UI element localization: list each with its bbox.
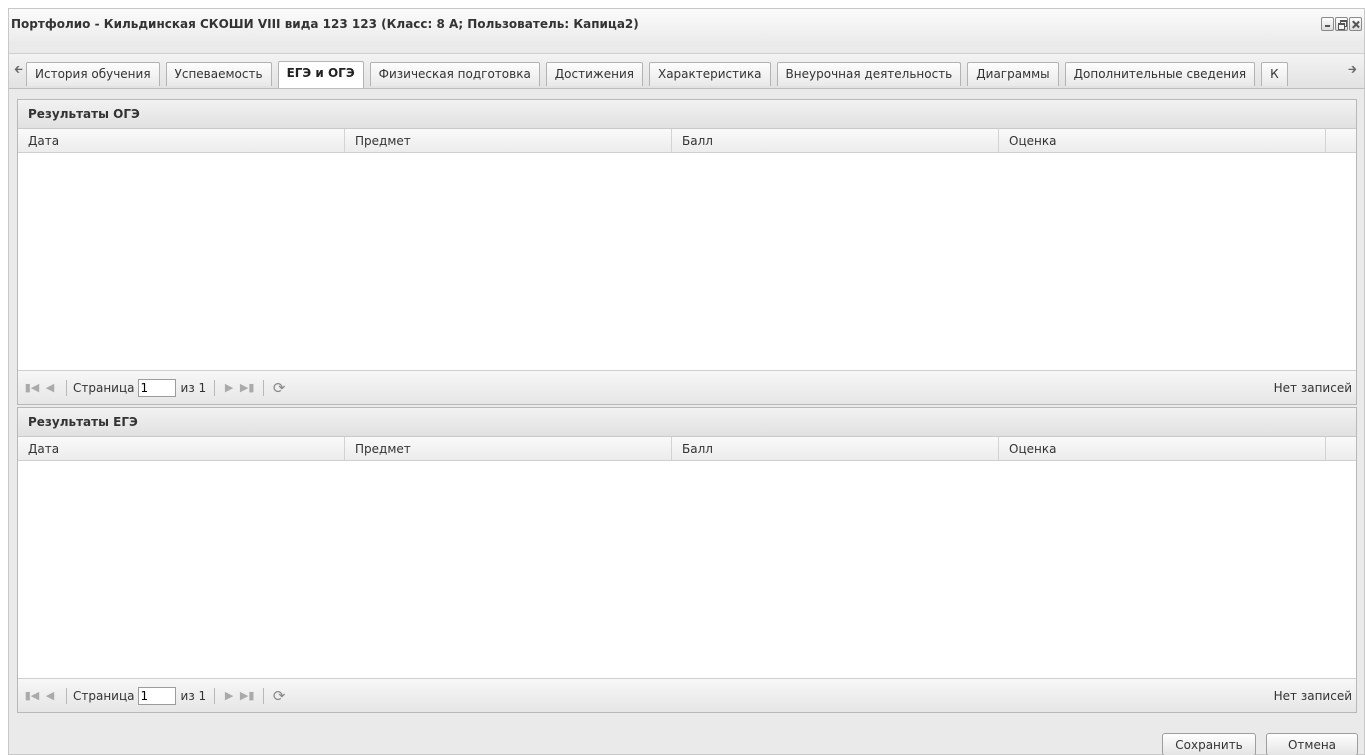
empty-records-text: Нет записей xyxy=(1273,381,1352,395)
save-button[interactable]: Сохранить xyxy=(1162,733,1256,755)
ege-column-filler xyxy=(1326,437,1356,460)
page-label: Страница xyxy=(73,688,135,703)
oge-panel-title: Результаты ОГЭ xyxy=(18,100,1356,129)
tab-3[interactable]: Физическая подготовка xyxy=(369,62,540,86)
ege-column-date[interactable]: Дата xyxy=(18,437,345,460)
tab-scroll-left-icon[interactable]: 🡰 xyxy=(12,63,25,77)
window-title: Портфолио - Кильдинская СКОШИ VIII вида … xyxy=(11,17,639,31)
ege-pager: ▮◀ ◀ Страница из 1 ▶ ▶▮ ⟳ Нет записей xyxy=(18,678,1356,712)
first-page-icon[interactable]: ▮◀ xyxy=(24,380,40,396)
tab-6[interactable]: Внеурочная деятельность xyxy=(776,62,962,86)
tab-7[interactable]: Диаграммы xyxy=(967,62,1059,86)
page-count-label: из 1 xyxy=(180,688,207,703)
restore-icon[interactable] xyxy=(1335,17,1348,31)
close-icon[interactable] xyxy=(1349,17,1362,31)
first-page-icon[interactable]: ▮◀ xyxy=(24,688,40,704)
pager-separator xyxy=(66,687,67,704)
tab-scroll-right-icon[interactable]: 🡲 xyxy=(1346,63,1359,77)
window-tools xyxy=(1321,17,1362,31)
ege-column-grade[interactable]: Оценка xyxy=(999,437,1326,460)
ege-grid-header: Дата Предмет Балл Оценка xyxy=(18,437,1356,461)
refresh-icon[interactable]: ⟳ xyxy=(270,379,288,397)
ege-grid-body[interactable] xyxy=(18,461,1356,678)
tab-8[interactable]: Дополнительные сведения xyxy=(1064,62,1256,86)
tab-4[interactable]: Достижения xyxy=(545,62,643,86)
oge-pager: ▮◀ ◀ Страница из 1 ▶ ▶▮ ⟳ Нет записей xyxy=(18,370,1356,404)
ege-column-subject[interactable]: Предмет xyxy=(345,437,672,460)
tab-strip: 🡰 История обучения Успеваемость ЕГЭ и ОГЭ Ф… xyxy=(9,53,1364,89)
prev-page-icon[interactable]: ◀ xyxy=(42,688,58,704)
oge-column-grade[interactable]: Оценка xyxy=(999,129,1326,152)
minimize-icon[interactable] xyxy=(1321,17,1334,31)
tab-2[interactable]: ЕГЭ и ОГЭ xyxy=(277,61,364,88)
pager-separator xyxy=(214,379,216,396)
refresh-icon[interactable]: ⟳ xyxy=(270,687,288,705)
oge-grid-header: Дата Предмет Балл Оценка xyxy=(18,129,1356,153)
empty-records-text: Нет записей xyxy=(1273,689,1352,703)
ege-panel-title: Результаты ЕГЭ xyxy=(18,408,1356,437)
tab-1[interactable]: Успеваемость xyxy=(165,62,272,86)
tab-content: Результаты ОГЭ Дата Предмет Балл Оценка … xyxy=(17,89,1357,715)
tab-5[interactable]: Характеристика xyxy=(648,62,771,86)
last-page-icon[interactable]: ▶▮ xyxy=(239,380,255,396)
last-page-icon[interactable]: ▶▮ xyxy=(239,688,255,704)
page-label: Страница xyxy=(73,380,135,395)
page-count-label: из 1 xyxy=(180,380,207,395)
tabs-viewport: История обучения Успеваемость ЕГЭ и ОГЭ Физ… xyxy=(26,60,1338,90)
pager-separator xyxy=(263,687,265,704)
page-number-input[interactable] xyxy=(137,378,176,397)
window-titlebar[interactable]: Портфолио - Кильдинская СКОШИ VIII вида … xyxy=(9,9,1364,41)
prev-page-icon[interactable]: ◀ xyxy=(42,380,58,396)
pager-separator xyxy=(263,379,265,396)
ege-results-panel: Результаты ЕГЭ Дата Предмет Балл Оценка … xyxy=(17,407,1357,713)
ege-column-score[interactable]: Балл xyxy=(672,437,999,460)
oge-column-date[interactable]: Дата xyxy=(18,129,345,152)
oge-column-subject[interactable]: Предмет xyxy=(345,129,672,152)
portfolio-window: Портфолио - Кильдинская СКОШИ VIII вида … xyxy=(8,8,1365,755)
tab-0[interactable]: История обучения xyxy=(26,62,160,86)
oge-column-score[interactable]: Балл xyxy=(672,129,999,152)
tab-9[interactable]: К xyxy=(1261,62,1288,86)
oge-column-filler xyxy=(1326,129,1356,152)
next-page-icon[interactable]: ▶ xyxy=(221,688,237,704)
window-footer: Сохранить Отмена xyxy=(9,721,1364,755)
cancel-button[interactable]: Отмена xyxy=(1266,733,1358,755)
page-number-input[interactable] xyxy=(137,686,176,705)
next-page-icon[interactable]: ▶ xyxy=(221,380,237,396)
pager-separator xyxy=(214,687,216,704)
oge-results-panel: Результаты ОГЭ Дата Предмет Балл Оценка … xyxy=(17,99,1357,405)
pager-separator xyxy=(66,379,67,396)
oge-grid-body[interactable] xyxy=(18,153,1356,370)
tab-list: История обучения Успеваемость ЕГЭ и ОГЭ Физ… xyxy=(26,60,1338,90)
